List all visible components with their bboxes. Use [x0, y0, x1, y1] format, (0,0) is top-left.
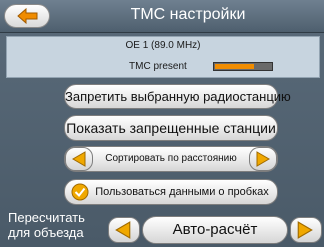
station-frequency: OE 1 (89.0 MHz) [125, 40, 201, 51]
block-station-button[interactable]: Запретить выбранную радиостанцию [64, 84, 291, 109]
station-info-panel: OE 1 (89.0 MHz) TMC present [6, 36, 320, 78]
tmc-signal-fill [215, 64, 254, 69]
use-traffic-data-label: Пользоваться данными о пробках [95, 186, 269, 198]
recalc-value: Авто-расчёт [142, 216, 288, 244]
tmc-settings-screen: ТМС настройки OE 1 (89.0 MHz) TMC presen… [0, 0, 324, 247]
show-blocked-stations-button[interactable]: Показать запрещенные станции [64, 115, 278, 141]
tmc-status-label: TMC present [129, 61, 187, 72]
sort-selector: Сортировать по расстоянию [64, 146, 278, 172]
arrow-right-icon [297, 221, 313, 239]
arrow-left-icon [72, 151, 86, 167]
page-title: ТМС настройки [130, 6, 246, 23]
checkmark-icon [71, 183, 89, 201]
title-bar: ТМС настройки [0, 0, 324, 33]
sort-prev-button[interactable] [65, 147, 93, 171]
arrow-right-icon [256, 151, 270, 167]
recalc-next-button[interactable] [290, 217, 322, 243]
recalc-prev-button[interactable] [108, 217, 140, 243]
arrow-left-icon [115, 221, 131, 239]
use-traffic-data-toggle[interactable]: Пользоваться данными о пробках [64, 179, 278, 205]
back-arrow-icon [17, 8, 38, 24]
recalc-selector: Авто-расчёт [108, 214, 322, 244]
back-button[interactable] [4, 4, 50, 28]
recalc-label: Пересчитать для объезда [8, 210, 85, 240]
tmc-signal-bar [213, 62, 273, 71]
sort-label: Сортировать по расстоянию [105, 153, 237, 164]
sort-next-button[interactable] [249, 147, 277, 171]
